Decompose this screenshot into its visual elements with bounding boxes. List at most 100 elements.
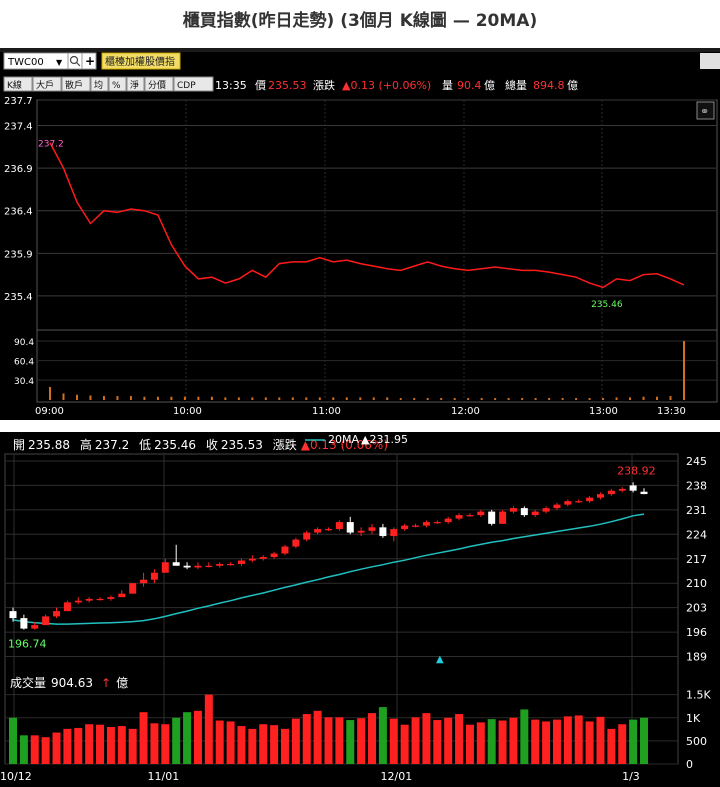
y-tick-label: 238	[686, 479, 707, 492]
volume-tick-label: 500	[686, 735, 707, 748]
x-tick-label: 09:00	[35, 406, 64, 417]
volume-tick-label: 1K	[686, 712, 701, 725]
y-tick-label: 245	[686, 455, 707, 468]
tab-7[interactable]: CDP	[173, 76, 214, 92]
index-name-button[interactable]: 櫃檯加權股價指	[101, 52, 181, 70]
volume-bar	[139, 712, 148, 764]
change-value: ▲0.13 (+0.06%)	[342, 79, 431, 92]
volume-bar	[117, 726, 126, 764]
total-value: 894.8	[533, 79, 565, 92]
page-title: 櫃買指數(昨日走勢) (3個月 K線圖 — 20MA)	[182, 11, 538, 31]
y-tick-label: 196	[686, 626, 707, 639]
volume-tick-label: 1.5K	[686, 689, 711, 702]
y-tick-label: 236.9	[4, 164, 33, 175]
intraday-chart: TWC00 ▼ + 櫃檯加權股價指 K線 大戶 散戶均% 淨分價 CDP 13:35 價…	[0, 48, 720, 420]
price-label: 價	[255, 78, 266, 92]
volume-bar	[618, 724, 627, 764]
x-tick-label: 13:00	[589, 406, 618, 417]
volume-bar	[248, 728, 257, 764]
symbol-select[interactable]: TWC00 ▼	[3, 52, 69, 70]
tab-4[interactable]: %	[108, 76, 127, 92]
tab-label: CDP	[177, 81, 196, 91]
volume-bar	[324, 717, 333, 764]
volume-bar	[291, 718, 300, 764]
volume-bar	[509, 717, 518, 764]
volume-bar	[552, 719, 561, 764]
volume-bar	[563, 716, 572, 764]
x-tick-label: 10/12	[0, 770, 32, 783]
volume-bar	[520, 709, 529, 764]
volume-bar	[368, 713, 377, 764]
add-button[interactable]: +	[81, 52, 97, 70]
y-tick-label: 217	[686, 553, 707, 566]
volume-bar	[96, 724, 105, 764]
volume-bar	[183, 712, 192, 764]
volume-bar	[193, 710, 202, 764]
tab-0[interactable]: K線	[3, 76, 33, 92]
candle	[129, 583, 137, 594]
volume-unit: 億	[484, 79, 495, 92]
chevron-down-icon: ▼	[56, 58, 63, 67]
max-price-label: 238.92	[617, 464, 656, 477]
volume-bar	[280, 728, 289, 764]
volume-bar	[346, 720, 355, 764]
tab-label: %	[112, 81, 121, 91]
volume-bar	[302, 714, 311, 764]
tab-2[interactable]: 散戶	[61, 76, 91, 92]
tab-3[interactable]: 均	[90, 76, 109, 92]
tab-6[interactable]: 分價	[144, 76, 174, 92]
y-tick-label: 231	[686, 504, 707, 517]
volume-bar	[85, 724, 94, 764]
volume-tick-label: 60.4	[14, 358, 34, 368]
tab-label: 大戶	[36, 79, 54, 91]
ma20-legend-value: ▲231.95	[361, 433, 408, 446]
x-tick-label: 12:00	[451, 406, 480, 417]
y-tick-label: 210	[686, 577, 707, 590]
volume-bar	[389, 718, 398, 764]
volume-bar	[237, 726, 246, 764]
volume-header: 成交量 904.63 ↑ 億	[10, 675, 128, 690]
volume-bar	[444, 717, 453, 764]
volume-bar	[63, 728, 72, 764]
volume-bar	[128, 728, 137, 764]
volume-bar	[542, 721, 551, 764]
index-name-label: 櫃檯加權股價指	[105, 55, 175, 68]
volume-bar	[433, 720, 442, 764]
tab-1[interactable]: 大戶	[32, 76, 62, 92]
tab-label: 分價	[148, 80, 166, 91]
volume-tick-label: 30.4	[14, 377, 34, 387]
volume-bar	[585, 721, 594, 764]
volume-bar	[19, 735, 28, 764]
x-tick-label: 1/3	[622, 770, 640, 783]
volume-bar	[498, 720, 507, 764]
search-button[interactable]	[67, 52, 83, 70]
symbol-text: TWC00	[7, 57, 44, 68]
volume-bar	[161, 724, 170, 764]
y-tick-label: 235.9	[4, 249, 33, 260]
tab-5[interactable]: 淨	[126, 76, 145, 92]
link-button[interactable]: ⚭	[696, 101, 715, 120]
link-icon: ⚭	[700, 105, 709, 118]
x-tick-label: 10:00	[173, 406, 202, 417]
tab-bar: K線 大戶 散戶均% 淨分價 CDP	[3, 76, 214, 92]
volume-bar	[531, 719, 540, 764]
change-label: 漲跌	[313, 78, 335, 92]
y-tick-label: 235.4	[4, 292, 33, 303]
low-price-label: 235.46	[591, 300, 623, 310]
y-tick-label: 224	[686, 528, 707, 541]
volume-bar	[150, 723, 159, 764]
up-arrow-icon: ↑	[101, 676, 111, 690]
volume-bar	[204, 694, 213, 764]
tab-label: 淨	[130, 79, 139, 91]
volume-bar	[335, 717, 344, 764]
y-tick-label: 189	[686, 651, 707, 664]
volume-value: 90.4	[457, 79, 482, 92]
volume-bar	[41, 737, 50, 764]
y-tick-label: 203	[686, 602, 707, 615]
volume-label: 量	[442, 79, 453, 92]
volume-bar	[313, 710, 322, 764]
y-tick-label: 237.7	[4, 96, 33, 107]
x-tick-label: 12/01	[381, 770, 413, 783]
total-unit: 億	[567, 79, 578, 92]
volume-bar	[259, 724, 268, 764]
